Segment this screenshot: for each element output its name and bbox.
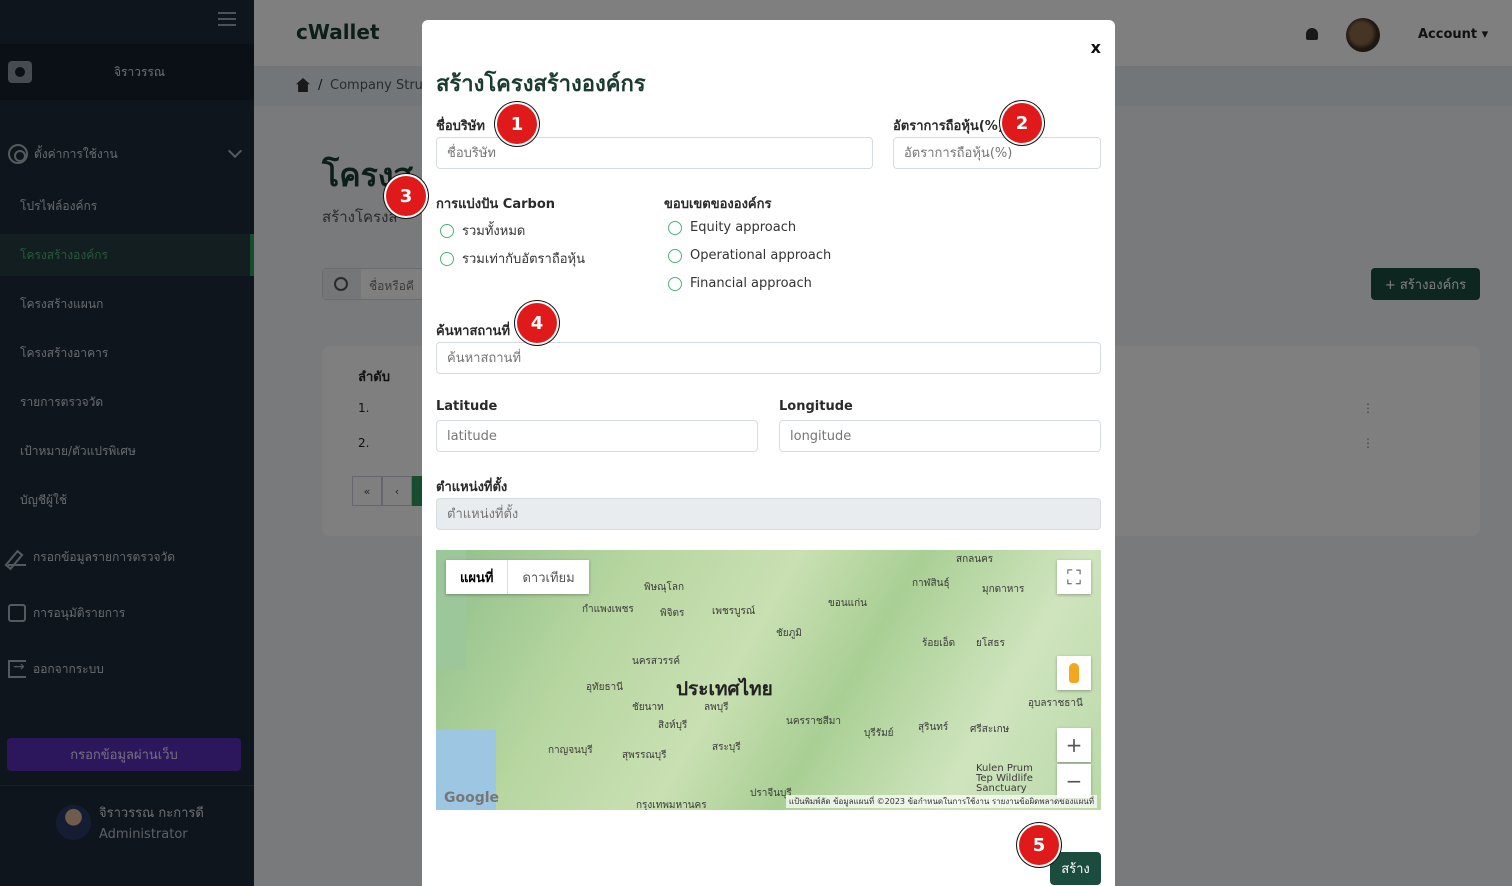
map-city: อุทัยธานี — [586, 682, 624, 693]
annotation-badge-3: 3 — [386, 176, 426, 216]
map-city: ขอนแก่น — [828, 598, 868, 609]
map-park-label: Kulen Prum Tep Wildlife Sanctuary — [976, 763, 1033, 794]
radio-label: Financial approach — [690, 276, 812, 291]
map-city: อุบลราชธานี — [1028, 698, 1083, 709]
latitude-label: Latitude — [436, 399, 498, 414]
map-footer[interactable]: แป้นพิมพ์ลัด ข้อมูลแผนที่ ©2023 ข้อกำหนด… — [785, 795, 1097, 808]
location-field — [436, 498, 1101, 530]
google-logo: Google — [444, 790, 500, 806]
modal-title: สร้างโครงสร้างองค์กร — [436, 72, 646, 97]
close-icon[interactable]: x — [1091, 38, 1101, 57]
share-ratio-field[interactable] — [893, 137, 1101, 169]
carbon-split-label: การแบ่งปัน Carbon — [436, 197, 556, 212]
map[interactable]: แผนที่ ดาวเทียม ⛶ + − ประเทศไทย พิษณุโลก… — [436, 550, 1101, 810]
latitude-field[interactable] — [436, 420, 758, 452]
map-city: นครราชสีมา — [786, 716, 841, 727]
annotation-badge-4: 4 — [517, 303, 557, 343]
map-city: สุรินทร์ — [918, 722, 949, 733]
org-boundary-label: ขอบเขตขององค์กร — [664, 197, 772, 212]
company-name-label: ชื่อบริษัท — [436, 119, 486, 134]
radio-equity[interactable]: Equity approach — [668, 220, 796, 235]
map-city: ชัยภูมิ — [776, 628, 802, 639]
map-city: ยโสธร — [976, 638, 1005, 649]
zoom-in-button[interactable]: + — [1057, 728, 1091, 762]
map-city: บุรีรัมย์ — [864, 728, 894, 739]
annotation-badge-5: 5 — [1019, 825, 1059, 865]
radio-label: Operational approach — [690, 248, 832, 263]
map-city: สกลนคร — [956, 554, 994, 565]
map-city: ร้อยเอ็ด — [922, 638, 956, 649]
radio-label: Equity approach — [690, 220, 797, 235]
place-search-label: ค้นหาสถานที่ — [436, 324, 511, 339]
map-city: กำแพงเพชร — [582, 604, 634, 615]
radio-circle[interactable] — [668, 248, 682, 263]
radio-label: รวมทั้งหมด — [462, 224, 526, 239]
pegman-icon[interactable] — [1057, 656, 1091, 690]
radio-financial[interactable]: Financial approach — [668, 276, 812, 291]
create-button[interactable]: สร้าง — [1050, 852, 1101, 885]
map-type-tabs: แผนที่ ดาวเทียม — [446, 560, 589, 594]
zoom-out-button[interactable]: − — [1057, 764, 1091, 798]
map-city: ศรีสะเกษ — [970, 724, 1010, 735]
radio-circle[interactable] — [668, 276, 682, 291]
radio-operational[interactable]: Operational approach — [668, 248, 831, 263]
radio-circle[interactable] — [440, 251, 454, 266]
annotation-badge-1: 1 — [497, 104, 537, 144]
annotation-badge-2: 2 — [1002, 103, 1042, 143]
map-city: กรุงเทพมหานคร — [636, 800, 707, 810]
share-ratio-label: อัตราการถือหุ้น(%) — [893, 119, 1004, 134]
map-city: ชัยนาท — [632, 702, 664, 713]
place-search-input[interactable] — [436, 342, 1101, 374]
tab-map[interactable]: แผนที่ — [446, 560, 509, 594]
map-city: นครสวรรค์ — [632, 656, 681, 667]
map-city: พิจิตร — [660, 608, 685, 619]
radio-carbon-all[interactable]: รวมทั้งหมด — [440, 220, 525, 241]
map-city: พิษณุโลก — [644, 582, 685, 593]
longitude-field[interactable] — [779, 420, 1101, 452]
map-city: สิงห์บุรี — [658, 720, 688, 731]
radio-circle[interactable] — [440, 223, 454, 238]
location-label: ตำแหน่งที่ตั้ง — [436, 480, 508, 495]
company-name-field[interactable] — [436, 137, 873, 169]
create-org-modal: x สร้างโครงสร้างองค์กร ชื่อบริษัท อัตราก… — [422, 20, 1115, 886]
longitude-label: Longitude — [779, 399, 853, 414]
map-city: กาฬสินธุ์ — [912, 578, 950, 589]
map-city: มุกดาหาร — [982, 584, 1025, 595]
map-city: สระบุรี — [712, 742, 741, 753]
radio-carbon-share[interactable]: รวมเท่ากับอัตราถือหุ้น — [440, 248, 585, 269]
map-city: ลพบุรี — [704, 702, 729, 713]
radio-label: รวมเท่ากับอัตราถือหุ้น — [462, 252, 585, 267]
map-city: เพชรบูรณ์ — [712, 606, 756, 617]
radio-circle[interactable] — [668, 220, 682, 235]
tab-satellite[interactable]: ดาวเทียม — [508, 560, 588, 594]
fullscreen-icon[interactable]: ⛶ — [1057, 560, 1091, 594]
pegman-figure — [1069, 663, 1079, 683]
map-city: สุพรรณบุรี — [622, 750, 667, 761]
map-city: กาญจนบุรี — [548, 745, 593, 756]
